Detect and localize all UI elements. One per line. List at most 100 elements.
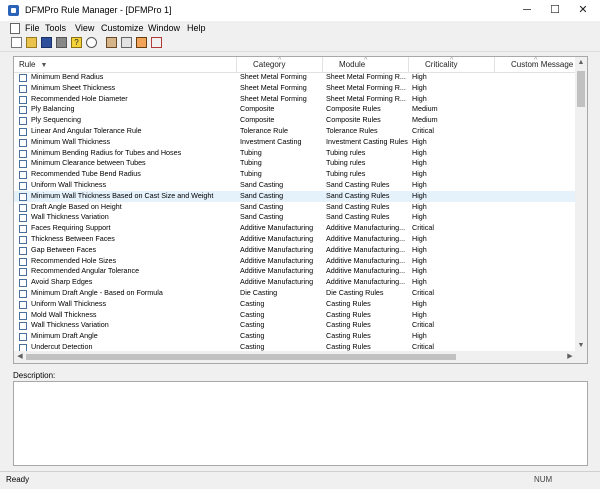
rules-list[interactable]: Rule ▼ Category Module Criticality Custom… (13, 56, 588, 364)
category-cell: Casting (240, 320, 265, 330)
rule-checkbox[interactable] (19, 257, 27, 266)
table-row[interactable]: Ply Sequencing Composite Composite Rules Me… (14, 115, 576, 126)
rule-checkbox[interactable] (19, 149, 27, 158)
table-row[interactable]: Mold Wall Thickness Casting Casting Rules H… (14, 310, 576, 321)
table-row[interactable]: Recommended Hole Sizes Additive Manufactu… (14, 256, 576, 267)
toolbar: ? (0, 35, 600, 52)
disabled-icon[interactable] (56, 37, 67, 48)
criticality-cell: High (412, 277, 427, 287)
window-title: DFMPro Rule Manager - [DFMPro 1] (25, 5, 172, 15)
table-row[interactable]: Uniform Wall Thickness Casting Casting Rul… (14, 299, 576, 310)
find-icon[interactable] (86, 37, 97, 48)
rule-checkbox[interactable] (19, 289, 27, 298)
table-row[interactable]: Minimum Draft Angle - Based on Formula Di… (14, 288, 576, 299)
table-row[interactable]: Wall Thickness Variation Sand Casting Sand… (14, 212, 576, 223)
rule-list-icon[interactable] (121, 37, 132, 48)
vertical-scrollbar[interactable]: ▲ ▼ (575, 57, 587, 352)
rule-name-cell: Ply Sequencing (31, 115, 81, 125)
table-row[interactable]: Recommended Tube Bend Radius Tubing Tubing… (14, 169, 576, 180)
menu-tools[interactable]: Tools (45, 22, 66, 34)
rule-checkbox[interactable] (19, 171, 27, 180)
maximize-button[interactable]: ☐ (541, 0, 569, 21)
table-row[interactable]: Recommended Hole Diameter Sheet Metal For… (14, 94, 576, 105)
rule-checkbox[interactable] (19, 279, 27, 288)
table-row[interactable]: Gap Between Faces Additive Manufacturing A… (14, 245, 576, 256)
table-row[interactable]: Minimum Draft Angle Casting Casting Rules H… (14, 331, 576, 342)
close-button[interactable]: ✕ (569, 0, 597, 21)
rule-checkbox[interactable] (19, 95, 27, 104)
criticality-cell: High (412, 158, 427, 168)
rule-checkbox[interactable] (19, 84, 27, 93)
rule-checkbox[interactable] (19, 138, 27, 147)
rule-checkbox[interactable] (19, 214, 27, 223)
module-cell: Sheet Metal Forming R... (326, 82, 406, 92)
table-row[interactable]: Linear And Angular Tolerance Rule Toleran… (14, 126, 576, 137)
table-row[interactable]: Avoid Sharp Edges Additive Manufacturing A… (14, 277, 576, 288)
menu-view[interactable]: View (75, 22, 94, 34)
table-row[interactable]: Thickness Between Faces Additive Manufact… (14, 234, 576, 245)
rule-image-icon[interactable] (106, 37, 117, 48)
criticality-cell: Critical (412, 287, 434, 297)
table-row[interactable]: Minimum Sheet Thickness Sheet Metal Formi… (14, 83, 576, 94)
rule-checkbox[interactable] (19, 192, 27, 201)
document-icon[interactable] (10, 23, 20, 34)
rule-export-icon[interactable] (151, 37, 162, 48)
scroll-left-icon[interactable]: ◀ (14, 351, 26, 363)
criticality-cell: High (412, 233, 427, 243)
criticality-cell: Medium (412, 115, 438, 125)
description-box[interactable] (13, 381, 588, 466)
minimize-button[interactable]: ─ (513, 0, 541, 21)
rule-checkbox[interactable] (19, 300, 27, 309)
rule-checkbox[interactable] (19, 203, 27, 212)
rule-checkbox[interactable] (19, 311, 27, 320)
table-row[interactable]: Faces Requiring Support Additive Manufact… (14, 223, 576, 234)
table-row[interactable]: Uniform Wall Thickness Sand Casting Sand C… (14, 180, 576, 191)
rule-checkbox[interactable] (19, 322, 27, 331)
rule-checkbox[interactable] (19, 127, 27, 136)
rule-checkbox[interactable] (19, 246, 27, 255)
module-cell: Sheet Metal Forming R... (326, 93, 406, 103)
table-row[interactable]: Wall Thickness Variation Casting Casting R… (14, 320, 576, 331)
rule-name-cell: Minimum Bending Radius for Tubes and Hos… (31, 147, 182, 157)
horizontal-scroll-thumb[interactable] (26, 354, 456, 360)
open-icon[interactable] (26, 37, 37, 48)
rule-checkbox[interactable] (19, 181, 27, 190)
new-icon[interactable] (11, 37, 22, 48)
table-row[interactable]: Minimum Wall Thickness Investment Casting… (14, 137, 576, 148)
rule-name-cell: Recommended Hole Diameter (31, 93, 128, 103)
module-cell: Tubing rules (326, 158, 366, 168)
rule-checkbox[interactable] (19, 225, 27, 234)
help-icon[interactable]: ? (71, 37, 82, 48)
category-cell: Sheet Metal Forming (240, 93, 307, 103)
rule-checkbox[interactable] (19, 268, 27, 277)
menu-customize[interactable]: Customize (101, 22, 144, 34)
rule-checkbox[interactable] (19, 117, 27, 126)
rule-checkbox[interactable] (19, 160, 27, 169)
rule-photo-icon[interactable] (136, 37, 147, 48)
scroll-up-icon[interactable]: ▲ (575, 57, 587, 69)
rule-name-cell: Recommended Hole Sizes (31, 255, 117, 265)
module-cell: Sand Casting Rules (326, 179, 390, 189)
table-row[interactable]: Minimum Clearance between Tubes Tubing Tub… (14, 158, 576, 169)
table-row[interactable]: Draft Angle Based on Height Sand Casting S… (14, 202, 576, 213)
table-row[interactable]: Minimum Wall Thickness Based on Cast Siz… (14, 190, 576, 202)
rule-checkbox[interactable] (19, 106, 27, 115)
menu-file[interactable]: File (25, 22, 40, 34)
rule-name-cell: Ply Balancing (31, 104, 75, 114)
rule-checkbox[interactable] (19, 235, 27, 244)
menu-help[interactable]: Help (187, 22, 206, 34)
horizontal-scrollbar[interactable]: ◀ ▶ (14, 351, 576, 363)
table-row[interactable]: Minimum Bending Radius for Tubes and Hos… (14, 148, 576, 159)
menu-window[interactable]: Window (148, 22, 180, 34)
category-cell: Additive Manufacturing (240, 266, 314, 276)
rule-checkbox[interactable] (19, 74, 27, 82)
table-row[interactable]: Ply Balancing Composite Composite Rules Med… (14, 104, 576, 115)
column-header-rule[interactable]: Rule ▼ (14, 57, 237, 72)
table-row[interactable]: Minimum Bend Radius Sheet Metal Forming Sh… (14, 72, 576, 83)
save-icon[interactable] (41, 37, 52, 48)
vertical-scroll-thumb[interactable] (577, 71, 585, 107)
table-row[interactable]: Recommended Angular Tolerance Additive Ma… (14, 266, 576, 277)
rule-name-cell: Avoid Sharp Edges (31, 277, 93, 287)
rule-checkbox[interactable] (19, 333, 27, 342)
module-cell: Sand Casting Rules (326, 212, 390, 222)
